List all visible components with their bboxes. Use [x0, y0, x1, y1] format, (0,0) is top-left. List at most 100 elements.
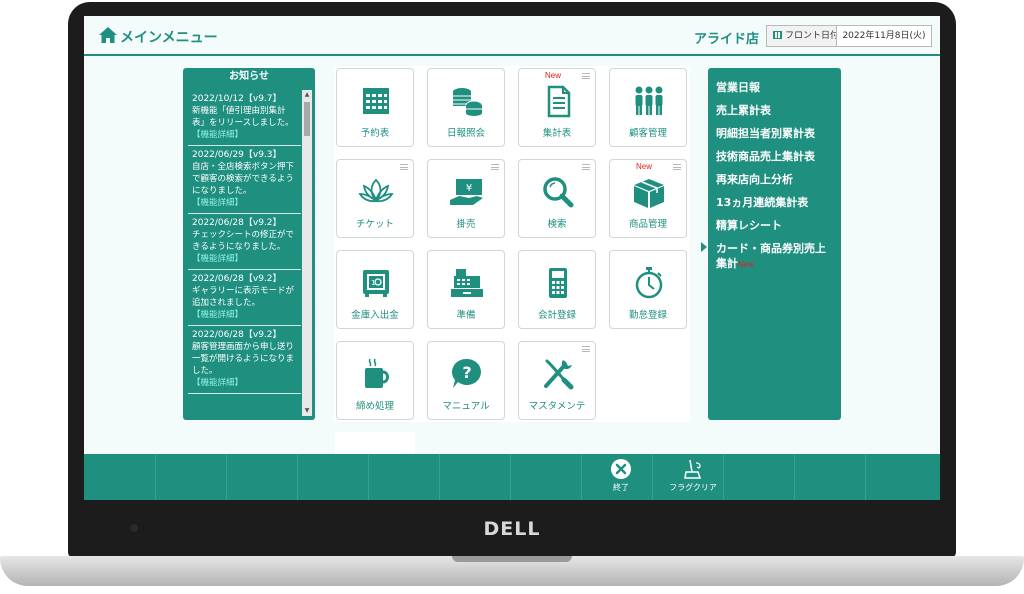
news-detail-link[interactable]: 【機能詳細】 — [192, 197, 297, 209]
flag-clear-label: フラグクリア — [669, 483, 717, 492]
home-icon[interactable] — [98, 26, 118, 44]
tile-label: 締め処理 — [355, 401, 394, 412]
news-detail-link[interactable]: 【機能詳細】 — [192, 129, 297, 141]
footer-divider — [439, 454, 440, 500]
tile-label: マスタメンテ — [528, 401, 586, 412]
footer-bar: 終了 フラグクリア — [84, 454, 940, 500]
tile-menu-icon[interactable] — [673, 164, 681, 170]
footer-divider — [226, 454, 227, 500]
scroll-up-icon[interactable]: ▲ — [303, 91, 311, 99]
tile-attendance[interactable]: 勤怠登録 — [609, 250, 687, 329]
laptop-base-notch — [452, 556, 572, 562]
tile-accounting[interactable]: 会計登録 — [518, 250, 596, 329]
tile-label: 日報照会 — [446, 128, 485, 139]
footer-divider — [368, 454, 369, 500]
tile-product-mgmt[interactable]: New 商品管理 — [609, 159, 687, 238]
page-title: メインメニュー — [120, 30, 218, 46]
tile-label: 掛売 — [456, 219, 476, 230]
news-date: 2022/06/28【v9.2】 — [192, 330, 282, 340]
news-item: 2022/10/12【v9.7】 新機能「値引理由別集計表」をリリースしました。… — [188, 90, 301, 146]
news-item: 2022/06/28【v9.2】 ギャラリーに表示モードが追加されました。 【機… — [188, 270, 301, 326]
tile-label: 顧客管理 — [628, 128, 667, 139]
coffee-mug-icon — [365, 358, 389, 388]
tile-menu-icon[interactable] — [491, 164, 499, 170]
report-link-revisit-analysis[interactable]: 再来店向上分析 — [716, 172, 841, 187]
svg-text:¥: ¥ — [466, 183, 472, 194]
footer-divider — [510, 454, 511, 500]
front-date-value: 2022年11月8日(火) — [836, 25, 932, 47]
tile-preparation[interactable]: 準備 — [427, 250, 505, 329]
tile-label: 集計表 — [542, 128, 572, 139]
exit-button[interactable]: 終了 — [591, 458, 651, 498]
tile-label: 予約表 — [360, 128, 390, 139]
tile-reservations[interactable]: 予約表 — [336, 68, 414, 147]
people-group-icon — [635, 86, 663, 115]
close-circle-icon — [611, 459, 631, 479]
tile-closing[interactable]: 締め処理 — [336, 341, 414, 420]
tile-label: 金庫入出金 — [351, 310, 399, 321]
tile-label: マニュアル — [442, 401, 490, 412]
magnifier-icon — [543, 177, 574, 208]
news-item: 2022/06/28【v9.2】 顧客管理画面から申し送り一覧が開けるようになり… — [188, 326, 301, 394]
report-link-staff-cumulative[interactable]: 明細担当者別累計表 — [716, 126, 841, 141]
tile-customer-mgmt[interactable]: 顧客管理 — [609, 68, 687, 147]
svg-text:1: 1 — [371, 279, 375, 287]
tile-menu-icon[interactable] — [400, 164, 408, 170]
report-link-service-product-sales[interactable]: 技術商品売上集計表 — [716, 149, 841, 164]
report-link-settlement-receipt[interactable]: 精算レシート — [716, 218, 841, 233]
footer-divider — [794, 454, 795, 500]
app-screen: メインメニュー アライド店 フロント日付 2022年11月8日(火) お知らせ … — [84, 16, 940, 500]
report-link-daily-business[interactable]: 営業日報 — [716, 80, 841, 95]
footer-divider — [652, 454, 653, 500]
tile-menu-icon[interactable] — [582, 164, 590, 170]
new-badge: New — [636, 162, 653, 171]
tile-manual[interactable]: ? マニュアル — [427, 341, 505, 420]
report-link-13-month-summary[interactable]: 13ヵ月連続集計表 — [716, 195, 841, 210]
footer-divider — [581, 454, 582, 500]
calendar-grid-icon — [363, 88, 389, 114]
new-badge: New — [738, 260, 755, 269]
lotus-icon — [358, 178, 394, 203]
scroll-down-icon[interactable]: ▼ — [303, 407, 311, 415]
calculator-icon — [549, 268, 567, 298]
footer-divider — [155, 454, 156, 500]
tile-menu-icon[interactable] — [582, 73, 590, 79]
report-link-sales-cumulative[interactable]: 売上累計表 — [716, 103, 841, 118]
news-scrollbar[interactable]: ▲ ▼ — [302, 90, 312, 416]
news-detail-link[interactable]: 【機能詳細】 — [192, 377, 297, 389]
tile-label: 勤怠登録 — [628, 310, 667, 321]
wrench-screwdriver-icon — [544, 359, 574, 390]
news-text: ギャラリーに表示モードが追加されました。 — [192, 286, 295, 308]
tile-ticket[interactable]: チケット — [336, 159, 414, 238]
svg-text:?: ? — [462, 363, 471, 382]
scrollbar-thumb[interactable] — [304, 102, 310, 136]
news-detail-link[interactable]: 【機能詳細】 — [192, 253, 297, 265]
tile-credit-sales[interactable]: ¥ 掛売 — [427, 159, 505, 238]
tile-master-maintenance[interactable]: マスタメンテ — [518, 341, 596, 420]
webcam — [130, 524, 138, 532]
news-detail-link[interactable]: 【機能詳細】 — [192, 309, 297, 321]
tile-summary[interactable]: New 集計表 — [518, 68, 596, 147]
flag-clear-button[interactable]: フラグクリア — [663, 458, 723, 498]
news-date: 2022/06/28【v9.2】 — [192, 218, 282, 228]
report-link-card-voucher-sales[interactable]: カード・商品券別売上集計New — [708, 241, 834, 272]
tile-daily-report[interactable]: 日報照会 — [427, 68, 505, 147]
stopwatch-icon — [635, 267, 663, 299]
tile-safe-cash[interactable]: 1 金庫入出金 — [336, 250, 414, 329]
tile-label: 商品管理 — [628, 219, 667, 230]
footer-divider — [723, 454, 724, 500]
tile-search[interactable]: 検索 — [518, 159, 596, 238]
exit-label: 終了 — [613, 483, 629, 492]
report-link-label: カード・商品券別売上集計 — [716, 242, 826, 270]
front-date-label: フロント日付 — [766, 25, 847, 47]
tile-menu-icon[interactable] — [582, 346, 590, 352]
store-name: アライド店 — [694, 32, 760, 47]
front-date-label-text: フロント日付 — [785, 31, 840, 41]
new-badge: New — [545, 71, 562, 80]
news-text: 自店・全店検索ボタン押下で顧客の検索ができるようになりました。 — [192, 162, 295, 196]
footer-divider — [865, 454, 866, 500]
news-item: 2022/06/29【v9.3】 自店・全店検索ボタン押下で顧客の検索ができるよ… — [188, 146, 301, 214]
box-icon — [634, 179, 664, 208]
news-list: 2022/10/12【v9.7】 新機能「値引理由別集計表」をリリースしました。… — [188, 90, 301, 418]
cash-register-icon — [451, 269, 483, 297]
